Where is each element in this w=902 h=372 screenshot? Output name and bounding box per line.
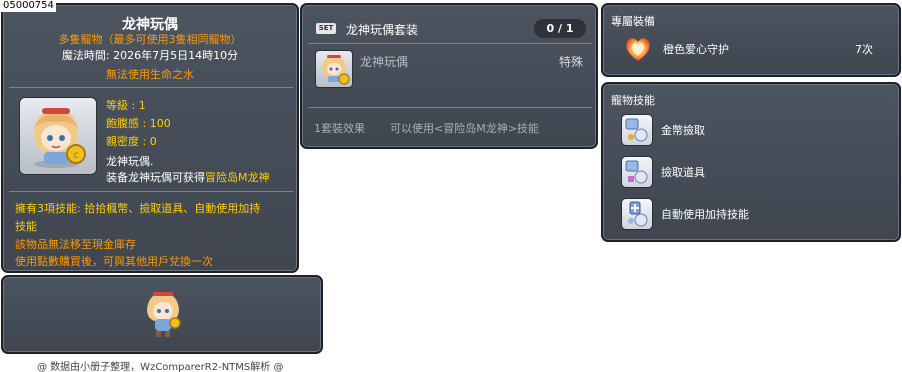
skill-item-pickup: 撿取道具: [661, 166, 705, 179]
skill-auto-buff: 自動使用加持技能: [661, 208, 749, 221]
cash-storage-note: 該物品無法移至現金庫存: [15, 238, 136, 251]
meso-pickup-icon: [621, 114, 653, 146]
svg-text:c: c: [73, 150, 79, 161]
no-life-water-note: 無法使用生命之水: [106, 68, 194, 81]
set-effect-label: 1套裝效果: [314, 122, 365, 135]
divider: [308, 43, 592, 44]
stat-fullness: 飽腹感 : 100: [106, 117, 171, 130]
pet-sprite-icon: [147, 292, 181, 337]
divider: [308, 107, 592, 108]
set-badge: SET: [316, 23, 336, 34]
pet-doll-image: c: [19, 97, 97, 175]
pet-preview-panel: [1, 275, 323, 354]
heart-icon: [626, 38, 650, 61]
set-item-tag: 特殊: [559, 55, 584, 69]
auto-buff-icon: [621, 198, 653, 230]
description-prefix: 装备龙神玩偶可获得: [106, 171, 205, 184]
dragon-doll-icon: c: [34, 108, 86, 168]
stat-closeness: 親密度 : 0: [106, 135, 157, 148]
item-pickup-icon: [621, 156, 653, 188]
pet-skills-summary: 擁有3項技能: 拾拾楓幣、撿取道具、自動使用加持 技能: [15, 200, 295, 236]
exclusive-equip-panel: 專屬裝備 橙色爱心守护 7次: [601, 3, 901, 77]
skills-line2: 技能: [15, 220, 37, 233]
set-effect-description: 可以使用<冒险岛M龙神>技能: [390, 122, 539, 135]
item-tooltip: 龙神玩偶 多隻寵物（最多可使用3隻相同寵物） 魔法時間: 2026年7月5日14…: [1, 3, 299, 273]
footer-credit: @ 数据由小册子整理，WzComparerR2-NTMS解析 @: [37, 362, 284, 372]
set-item-name: 龙神玩偶: [360, 55, 409, 69]
divider: [9, 87, 293, 88]
exchange-note: 使用點數購買後，可與其他用戶兌換一次: [15, 255, 213, 268]
exclusive-equip-name: 橙色爱心守护: [663, 43, 729, 56]
skills-line1: 擁有3項技能: 拾拾楓幣、撿取道具、自動使用加持: [15, 202, 261, 215]
divider: [9, 191, 293, 192]
item-id-tag: 05000754: [1, 0, 56, 12]
set-title: 龙神玩偶套装: [346, 23, 419, 37]
set-count: 0 / 1: [534, 19, 586, 38]
dragon-doll-icon: [322, 55, 350, 85]
exclusive-equip-uses: 7次: [855, 43, 873, 56]
exclusive-equip-header: 專屬裝備: [611, 15, 655, 28]
set-item-image: [315, 50, 353, 88]
item-subtitle: 多隻寵物（最多可使用3隻相同寵物）: [58, 33, 242, 46]
item-description-line1: 龙神玩偶.: [106, 155, 154, 168]
set-panel: SET 龙神玩偶套装 0 / 1 龙神玩偶 特殊 1套裝效果 可以使用<冒险岛M…: [300, 3, 598, 149]
magic-time: 魔法時間: 2026年7月5日14時10分: [61, 49, 239, 62]
stat-level: 等級 : 1: [106, 99, 146, 112]
item-description-line2: 装备龙神玩偶可获得冒险岛M龙神: [106, 169, 270, 185]
pet-skills-header: 寵物技能: [611, 94, 655, 107]
skill-meso-pickup: 金幣撿取: [661, 124, 705, 137]
pet-skills-panel: 寵物技能 金幣撿取 撿取道具 自動使用加持技能: [601, 82, 901, 242]
description-highlight: 冒险岛M龙神: [205, 171, 270, 184]
